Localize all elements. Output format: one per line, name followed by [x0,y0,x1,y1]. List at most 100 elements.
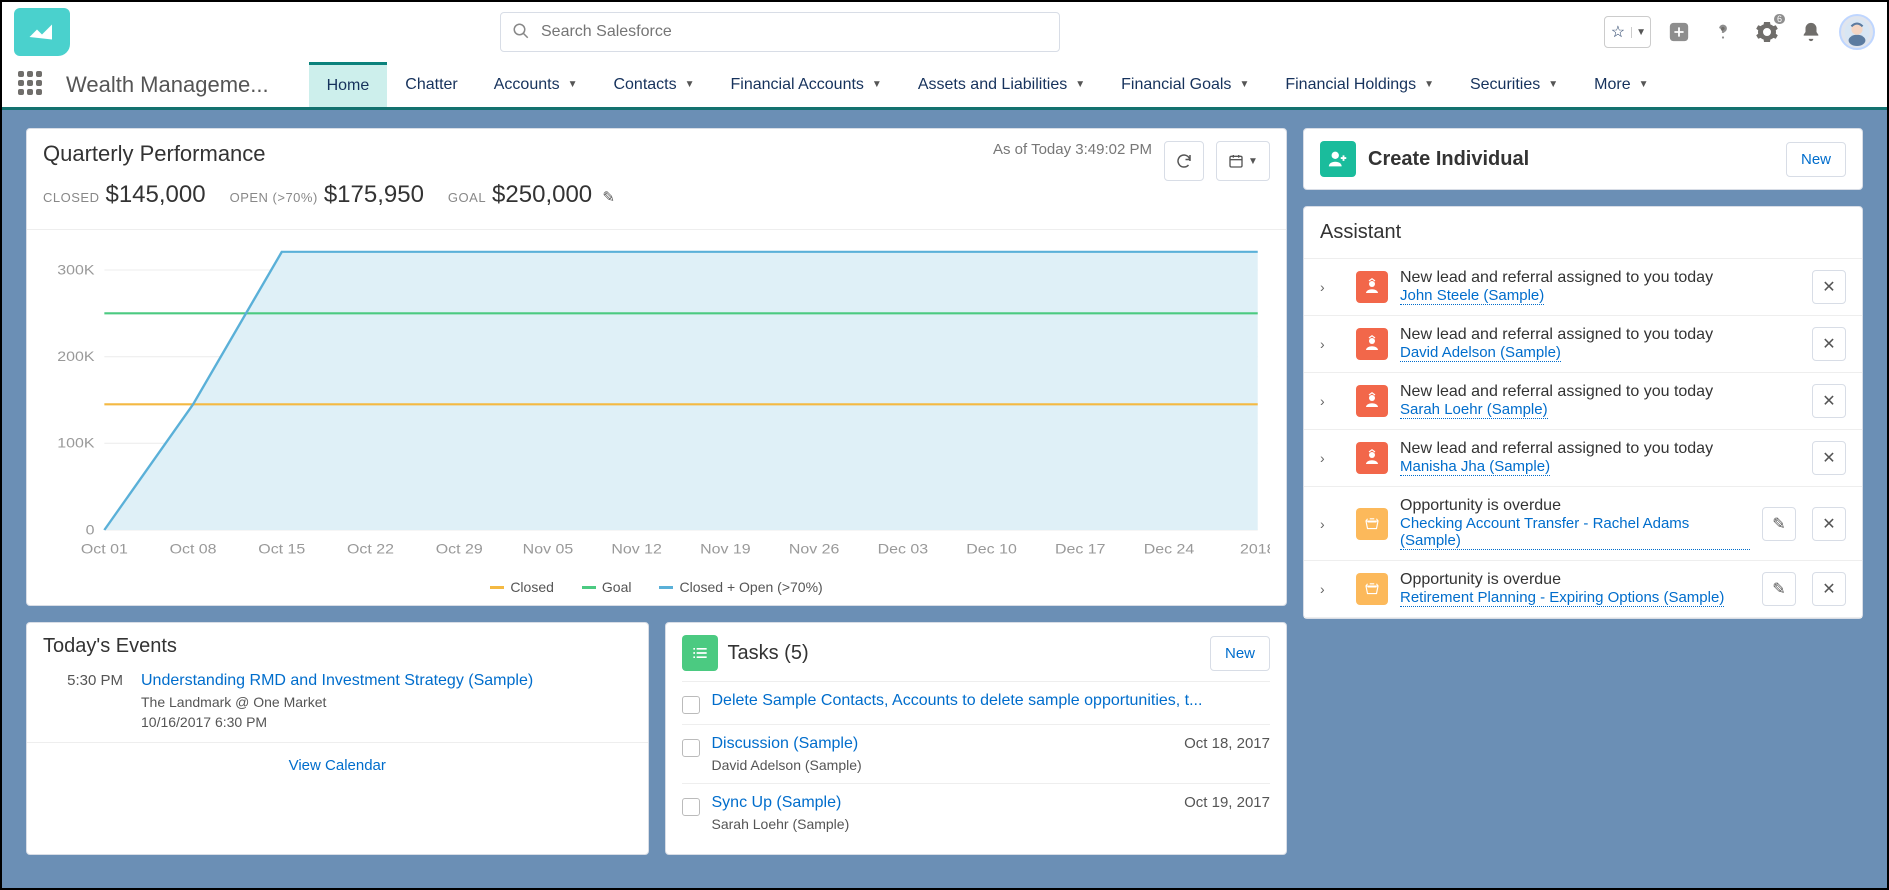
add-icon[interactable] [1663,16,1695,48]
task-subtext: Sarah Loehr (Sample) [712,816,1173,832]
search-icon [512,22,530,45]
svg-text:Oct 15: Oct 15 [258,541,305,557]
svg-text:200K: 200K [57,349,94,365]
closed-value: $145,000 [105,181,205,208]
chevron-down-icon: ▼ [568,79,578,90]
dismiss-icon[interactable]: ✕ [1812,327,1846,361]
lead-icon [1356,328,1388,360]
dismiss-icon[interactable]: ✕ [1812,507,1846,541]
app-launcher-icon[interactable] [18,71,46,99]
help-icon[interactable] [1707,16,1739,48]
edit-goal-icon[interactable]: ✎ [602,189,615,206]
nav-tab-label: Home [327,77,370,95]
open-value: $175,950 [324,181,424,208]
dismiss-icon[interactable]: ✕ [1812,270,1846,304]
nav-tab-contacts[interactable]: Contacts▼ [595,62,712,107]
goal-label: GOAL [448,190,486,205]
assistant-item-link[interactable]: John Steele (Sample) [1400,287,1544,305]
user-avatar[interactable] [1839,14,1875,50]
nav-tab-financial-goals[interactable]: Financial Goals▼ [1103,62,1267,107]
events-title: Today's Events [43,635,632,658]
assistant-item-link[interactable]: Checking Account Transfer - Rachel Adams… [1400,515,1750,550]
chevron-down-icon: ▼ [685,79,695,90]
setup-gear-icon[interactable]: 6 [1751,16,1783,48]
star-icon: ☆ [1605,22,1631,42]
chevron-right-icon[interactable]: › [1320,336,1344,352]
event-time: 5:30 PM [43,672,123,730]
task-link[interactable]: Discussion (Sample) [712,735,1173,753]
chevron-right-icon[interactable]: › [1320,581,1344,597]
assistant-item-link[interactable]: Retirement Planning - Expiring Options (… [1400,589,1724,607]
search-input[interactable] [500,12,1060,52]
chevron-right-icon[interactable]: › [1320,279,1344,295]
legend-item: Goal [582,579,632,595]
content-area: Quarterly Performance CLOSED$145,000 OPE… [2,110,1887,888]
open-label: OPEN (>70%) [230,190,318,205]
assistant-item-link[interactable]: David Adelson (Sample) [1400,344,1561,362]
assistant-item-title: New lead and referral assigned to you to… [1400,440,1800,458]
view-calendar-link[interactable]: View Calendar [27,742,648,788]
setup-badge: 6 [1774,14,1785,24]
assistant-item: › New lead and referral assigned to you t… [1304,373,1862,430]
nav-tab-chatter[interactable]: Chatter [387,62,475,107]
legend-swatch [582,586,596,589]
global-search [500,12,1060,52]
new-individual-button[interactable]: New [1786,142,1846,177]
chevron-down-icon: ▼ [1424,79,1434,90]
assistant-item: ›New lead and referral assigned to you t… [1304,259,1862,316]
nav-tab-more[interactable]: More▼ [1576,62,1666,107]
svg-text:Oct 29: Oct 29 [436,541,483,557]
refresh-button[interactable] [1164,141,1204,181]
task-link[interactable]: Sync Up (Sample) [712,794,1173,812]
dismiss-icon[interactable]: ✕ [1812,384,1846,418]
tasks-card: Tasks (5) New Delete Sample Contacts, Ac… [665,622,1288,855]
svg-text:2018: 2018 [1240,541,1270,557]
chevron-right-icon[interactable]: › [1320,450,1344,466]
assistant-item: › New lead and referral assigned to you t… [1304,430,1862,487]
dismiss-icon[interactable]: ✕ [1812,441,1846,475]
assistant-item-title: New lead and referral assigned to you to… [1400,383,1800,401]
dismiss-icon[interactable]: ✕ [1812,572,1846,606]
tasks-title: Tasks (5) [728,642,1200,665]
chevron-right-icon[interactable]: › [1320,516,1344,532]
app-nav: Wealth Manageme... HomeChatterAccounts▼C… [2,62,1887,110]
svg-text:0: 0 [86,522,95,538]
assistant-item: ›New lead and referral assigned to you t… [1304,316,1862,373]
nav-tab-securities[interactable]: Securities▼ [1452,62,1576,107]
todays-events-card: Today's Events 5:30 PM Understanding RMD… [26,622,649,855]
svg-text:Dec 10: Dec 10 [966,541,1017,557]
task-row: Discussion (Sample)David Adelson (Sample… [682,724,1271,783]
svg-text:Dec 24: Dec 24 [1144,541,1195,557]
chevron-down-icon: ▼ [1631,27,1650,38]
date-range-button[interactable]: ▼ [1216,141,1270,181]
nav-tab-financial-accounts[interactable]: Financial Accounts▼ [713,62,900,107]
assistant-item: ›Opportunity is overdueRetirement Planni… [1304,561,1862,618]
nav-tab-label: Financial Accounts [731,76,864,94]
assistant-item-link[interactable]: Sarah Loehr (Sample) [1400,401,1548,419]
task-date: Oct 18, 2017 [1184,735,1270,752]
chevron-right-icon[interactable]: › [1320,393,1344,409]
task-link[interactable]: Delete Sample Contacts, Accounts to dele… [712,692,1271,710]
nav-tab-assets-and-liabilities[interactable]: Assets and Liabilities▼ [900,62,1103,107]
svg-text:100K: 100K [57,436,94,452]
task-checkbox[interactable] [682,696,700,714]
notifications-bell-icon[interactable] [1795,16,1827,48]
global-header: ☆ ▼ 6 [2,2,1887,62]
event-link[interactable]: Understanding RMD and Investment Strateg… [141,672,533,690]
nav-tab-label: Financial Goals [1121,76,1231,94]
new-task-button[interactable]: New [1210,636,1270,671]
task-checkbox[interactable] [682,798,700,816]
event-location: The Landmark @ One Market [141,694,533,710]
task-checkbox[interactable] [682,739,700,757]
nav-tab-label: Assets and Liabilities [918,76,1067,94]
edit-icon[interactable]: ✎ [1762,572,1796,606]
individual-icon [1320,141,1356,177]
header-icons: ☆ ▼ 6 [1604,14,1875,50]
nav-tab-financial-holdings[interactable]: Financial Holdings▼ [1267,62,1452,107]
lead-icon [1356,271,1388,303]
favorites-menu[interactable]: ☆ ▼ [1604,16,1651,48]
edit-icon[interactable]: ✎ [1762,507,1796,541]
assistant-item-link[interactable]: Manisha Jha (Sample) [1400,458,1550,476]
nav-tab-accounts[interactable]: Accounts▼ [476,62,596,107]
nav-tab-home[interactable]: Home [309,62,388,107]
